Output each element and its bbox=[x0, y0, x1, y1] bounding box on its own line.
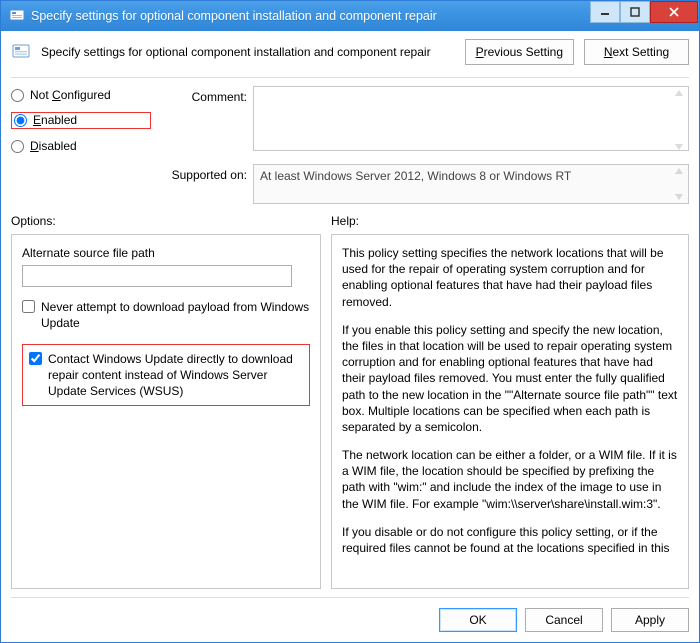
window-title: Specify settings for optional component … bbox=[31, 9, 590, 23]
previous-setting-button[interactable]: Previous Setting bbox=[465, 39, 574, 65]
help-paragraph: The network location can be either a fol… bbox=[342, 447, 678, 512]
client-area: Specify settings for optional component … bbox=[1, 31, 699, 642]
header-row: Specify settings for optional component … bbox=[11, 39, 689, 75]
alt-path-block: Alternate source file path bbox=[22, 245, 310, 287]
header-description: Specify settings for optional component … bbox=[41, 45, 455, 59]
help-header: Help: bbox=[331, 214, 689, 228]
wsus-checkbox-row[interactable]: Contact Windows Update directly to downl… bbox=[22, 344, 310, 407]
help-column: Help: This policy setting specifies the … bbox=[331, 214, 689, 589]
radio-not-configured[interactable]: Not Configured bbox=[11, 88, 151, 102]
help-paragraph: If you enable this policy setting and sp… bbox=[342, 322, 678, 435]
supported-on-box: At least Windows Server 2012, Windows 8 … bbox=[253, 164, 689, 204]
alt-path-label: Alternate source file path bbox=[22, 245, 310, 261]
help-panel[interactable]: This policy setting specifies the networ… bbox=[331, 234, 689, 589]
window-buttons bbox=[590, 1, 698, 23]
never-download-label: Never attempt to download payload from W… bbox=[41, 299, 310, 331]
alt-path-input[interactable] bbox=[22, 265, 292, 287]
comment-textarea[interactable] bbox=[253, 86, 689, 151]
supported-on-text: At least Windows Server 2012, Windows 8 … bbox=[260, 169, 571, 183]
wsus-checkbox[interactable] bbox=[29, 352, 42, 365]
minimize-button[interactable] bbox=[590, 1, 620, 23]
ok-button[interactable]: OK bbox=[439, 608, 517, 632]
help-paragraph: This policy setting specifies the networ… bbox=[342, 245, 678, 310]
never-download-checkbox[interactable] bbox=[22, 300, 35, 313]
maximize-button[interactable] bbox=[620, 1, 650, 23]
comment-label: Comment: bbox=[157, 86, 247, 104]
separator bbox=[11, 77, 689, 78]
titlebar[interactable]: Specify settings for optional component … bbox=[1, 1, 699, 31]
gpo-editor-window: Specify settings for optional component … bbox=[0, 0, 700, 643]
radio-disabled[interactable]: Disabled bbox=[11, 139, 151, 153]
radio-disabled-input[interactable] bbox=[11, 140, 24, 153]
options-header: Options: bbox=[11, 214, 321, 228]
help-paragraph: If you disable or do not configure this … bbox=[342, 524, 678, 556]
options-column: Options: Alternate source file path Neve… bbox=[11, 214, 321, 589]
next-setting-button[interactable]: Next Setting bbox=[584, 39, 689, 65]
close-button[interactable] bbox=[650, 1, 698, 23]
wsus-label: Contact Windows Update directly to downl… bbox=[48, 351, 303, 400]
policy-icon bbox=[11, 42, 31, 62]
cancel-button[interactable]: Cancel bbox=[525, 608, 603, 632]
radio-enabled-input[interactable] bbox=[14, 114, 27, 127]
state-radios: Not Configured Enabled Disabled bbox=[11, 86, 151, 153]
radio-not-configured-input[interactable] bbox=[11, 89, 24, 102]
config-grid: Not Configured Enabled Disabled Comment: bbox=[11, 86, 689, 204]
apply-button[interactable]: Apply bbox=[611, 608, 689, 632]
panes: Options: Alternate source file path Neve… bbox=[11, 214, 689, 589]
options-panel: Alternate source file path Never attempt… bbox=[11, 234, 321, 589]
supported-label: Supported on: bbox=[157, 164, 247, 182]
footer: OK Cancel Apply bbox=[11, 597, 689, 632]
never-download-checkbox-row[interactable]: Never attempt to download payload from W… bbox=[22, 299, 310, 331]
app-icon bbox=[9, 8, 25, 24]
radio-enabled[interactable]: Enabled bbox=[14, 113, 77, 127]
